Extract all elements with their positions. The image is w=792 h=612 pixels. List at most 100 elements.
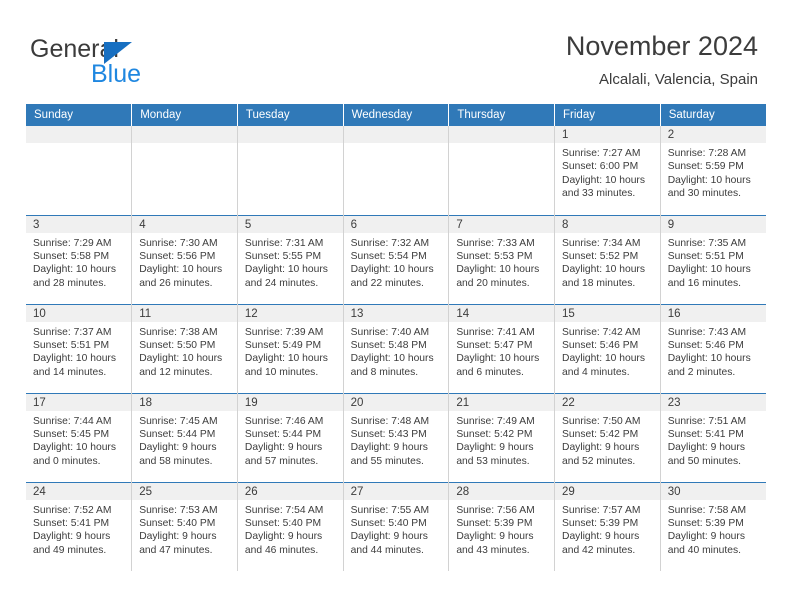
daylight-text-line2: and 43 minutes. xyxy=(456,544,530,556)
day-details: Sunrise: 7:34 AM Sunset: 5:52 PM Daylight:… xyxy=(555,233,660,291)
calendar-day-cell-empty[interactable] xyxy=(343,126,450,215)
sunrise-text: Sunrise: 7:35 AM xyxy=(667,237,747,249)
day-details: Sunrise: 7:30 AM Sunset: 5:56 PM Daylight:… xyxy=(132,233,237,291)
daylight-text-line1: Daylight: 9 hours xyxy=(562,442,640,454)
calendar-day-cell[interactable]: 23 Sunrise: 7:51 AM Sunset: 5:41 PM Dayligh… xyxy=(660,392,766,482)
daylight-text-line1: Daylight: 9 hours xyxy=(456,531,534,543)
calendar-day-cell[interactable]: 14 Sunrise: 7:41 AM Sunset: 5:47 PM Dayligh… xyxy=(448,303,556,393)
sunrise-text: Sunrise: 7:42 AM xyxy=(562,326,641,338)
weekday-header-saturday: Saturday xyxy=(660,104,766,126)
day-details: Sunrise: 7:40 AM Sunset: 5:48 PM Daylight:… xyxy=(344,322,449,380)
calendar-day-cell[interactable]: 24 Sunrise: 7:52 AM Sunset: 5:41 PM Dayligh… xyxy=(26,481,133,571)
weekday-header-thursday: Thursday xyxy=(448,104,556,126)
calendar-day-cell[interactable]: 20 Sunrise: 7:48 AM Sunset: 5:43 PM Dayligh… xyxy=(343,392,450,482)
day-details: Sunrise: 7:57 AM Sunset: 5:39 PM Daylight:… xyxy=(555,500,660,558)
calendar-day-cell[interactable]: 1 Sunrise: 7:27 AM Sunset: 6:00 PM Daylight… xyxy=(554,126,661,215)
day-number xyxy=(237,126,343,143)
calendar-day-cell[interactable]: 18 Sunrise: 7:45 AM Sunset: 5:44 PM Dayligh… xyxy=(131,392,238,482)
daylight-text-line2: and 50 minutes. xyxy=(667,455,741,467)
day-number: 26 xyxy=(237,482,343,500)
day-number xyxy=(132,126,237,143)
day-details: Sunrise: 7:54 AM Sunset: 5:40 PM Daylight:… xyxy=(238,500,343,558)
sunset-text: Sunset: 5:42 PM xyxy=(562,428,639,440)
sunset-text: Sunset: 5:44 PM xyxy=(139,428,216,440)
calendar-day-cell[interactable]: 25 Sunrise: 7:53 AM Sunset: 5:40 PM Dayligh… xyxy=(131,481,238,571)
daylight-text-line2: and 46 minutes. xyxy=(244,544,319,556)
calendar-day-cell[interactable]: 28 Sunrise: 7:56 AM Sunset: 5:39 PM Dayligh… xyxy=(448,481,556,571)
day-details: Sunrise: 7:56 AM Sunset: 5:39 PM Daylight:… xyxy=(449,500,554,558)
daylight-text-line1: Daylight: 10 hours xyxy=(350,353,434,365)
day-details: Sunrise: 7:32 AM Sunset: 5:54 PM Daylight:… xyxy=(344,233,449,291)
calendar-day-cell-empty[interactable] xyxy=(237,126,344,215)
daylight-text-line2: and 24 minutes. xyxy=(244,277,319,289)
sunset-text: Sunset: 6:00 PM xyxy=(562,161,639,173)
calendar-day-cell[interactable]: 27 Sunrise: 7:55 AM Sunset: 5:40 PM Dayligh… xyxy=(343,481,450,571)
page-title: November 2024 xyxy=(565,31,758,61)
calendar-day-cell[interactable]: 2 Sunrise: 7:28 AM Sunset: 5:59 PM Daylight… xyxy=(660,126,766,215)
calendar-day-cell-empty[interactable] xyxy=(448,126,556,215)
calendar-day-cell[interactable]: 15 Sunrise: 7:42 AM Sunset: 5:46 PM Dayligh… xyxy=(554,303,661,393)
calendar-day-cell[interactable]: 30 Sunrise: 7:58 AM Sunset: 5:39 PM Dayligh… xyxy=(660,481,766,571)
weekday-header-tuesday: Tuesday xyxy=(237,104,344,126)
calendar-day-cell[interactable]: 12 Sunrise: 7:39 AM Sunset: 5:49 PM Dayligh… xyxy=(237,303,344,393)
general-blue-logo[interactable]: General Blue xyxy=(30,35,230,91)
daylight-text-line2: and 57 minutes. xyxy=(244,455,319,467)
calendar-day-cell[interactable]: 11 Sunrise: 7:38 AM Sunset: 5:50 PM Dayligh… xyxy=(131,303,238,393)
calendar-day-cell[interactable]: 22 Sunrise: 7:50 AM Sunset: 5:42 PM Dayligh… xyxy=(554,392,661,482)
sunset-text: Sunset: 5:43 PM xyxy=(350,428,427,440)
calendar-day-cell[interactable]: 9 Sunrise: 7:35 AM Sunset: 5:51 PM Daylight… xyxy=(660,214,766,304)
calendar-day-cell[interactable]: 8 Sunrise: 7:34 AM Sunset: 5:52 PM Daylight… xyxy=(554,214,661,304)
daylight-text-line1: Daylight: 10 hours xyxy=(33,442,116,454)
calendar-day-cell[interactable]: 13 Sunrise: 7:40 AM Sunset: 5:48 PM Dayligh… xyxy=(343,303,450,393)
calendar-day-cell[interactable]: 29 Sunrise: 7:57 AM Sunset: 5:39 PM Dayligh… xyxy=(554,481,661,571)
calendar-day-cell[interactable]: 3 Sunrise: 7:29 AM Sunset: 5:58 PM Daylight… xyxy=(26,214,133,304)
calendar-week-row: 10 Sunrise: 7:37 AM Sunset: 5:51 PM Dayligh… xyxy=(26,303,766,393)
day-details: Sunrise: 7:38 AM Sunset: 5:50 PM Daylight:… xyxy=(132,322,237,380)
day-number: 3 xyxy=(26,215,132,233)
daylight-text-line1: Daylight: 10 hours xyxy=(456,353,540,365)
calendar-day-cell[interactable]: 5 Sunrise: 7:31 AM Sunset: 5:55 PM Daylight… xyxy=(237,214,344,304)
calendar-day-cell[interactable]: 26 Sunrise: 7:54 AM Sunset: 5:40 PM Dayligh… xyxy=(237,481,344,571)
sunset-text: Sunset: 5:46 PM xyxy=(562,339,639,351)
day-details: Sunrise: 7:58 AM Sunset: 5:39 PM Daylight:… xyxy=(661,500,766,558)
page-header: General Blue November 2024 Alcalali, Val… xyxy=(0,0,792,100)
day-number: 15 xyxy=(555,304,660,322)
sunrise-text: Sunrise: 7:34 AM xyxy=(562,237,641,249)
day-number: 30 xyxy=(660,482,766,500)
day-details: Sunrise: 7:28 AM Sunset: 5:59 PM Daylight:… xyxy=(661,143,766,201)
daylight-text-line2: and 0 minutes. xyxy=(33,455,101,467)
calendar-day-cell[interactable]: 10 Sunrise: 7:37 AM Sunset: 5:51 PM Dayligh… xyxy=(26,303,133,393)
daylight-text-line1: Daylight: 10 hours xyxy=(667,264,751,276)
daylight-text-line2: and 28 minutes. xyxy=(33,277,107,289)
calendar-day-cell[interactable]: 6 Sunrise: 7:32 AM Sunset: 5:54 PM Daylight… xyxy=(343,214,450,304)
calendar-day-cell[interactable]: 17 Sunrise: 7:44 AM Sunset: 5:45 PM Dayligh… xyxy=(26,392,133,482)
daylight-text-line1: Daylight: 10 hours xyxy=(139,353,223,365)
sunset-text: Sunset: 5:51 PM xyxy=(667,250,744,262)
calendar-day-cell-empty[interactable] xyxy=(26,126,133,215)
daylight-text-line1: Daylight: 9 hours xyxy=(139,531,217,543)
day-details: Sunrise: 7:55 AM Sunset: 5:40 PM Daylight:… xyxy=(344,500,449,558)
daylight-text-line2: and 40 minutes. xyxy=(667,544,741,556)
calendar-day-cell[interactable]: 19 Sunrise: 7:46 AM Sunset: 5:44 PM Dayligh… xyxy=(237,392,344,482)
sunset-text: Sunset: 5:51 PM xyxy=(33,339,110,351)
calendar-header-row: Sunday Monday Tuesday Wednesday Thursday… xyxy=(26,104,766,126)
daylight-text-line1: Daylight: 10 hours xyxy=(562,264,646,276)
calendar-day-cell[interactable]: 4 Sunrise: 7:30 AM Sunset: 5:56 PM Daylight… xyxy=(131,214,238,304)
daylight-text-line1: Daylight: 9 hours xyxy=(244,531,323,543)
sunrise-text: Sunrise: 7:52 AM xyxy=(33,504,112,516)
day-details: Sunrise: 7:45 AM Sunset: 5:44 PM Daylight:… xyxy=(132,411,237,469)
daylight-text-line1: Daylight: 9 hours xyxy=(667,442,745,454)
sunset-text: Sunset: 5:59 PM xyxy=(667,161,744,173)
calendar-day-cell[interactable]: 21 Sunrise: 7:49 AM Sunset: 5:42 PM Dayligh… xyxy=(448,392,556,482)
day-details: Sunrise: 7:42 AM Sunset: 5:46 PM Daylight:… xyxy=(555,322,660,380)
sunrise-text: Sunrise: 7:53 AM xyxy=(139,504,218,516)
daylight-text-line2: and 18 minutes. xyxy=(562,277,636,289)
calendar-body: 1 Sunrise: 7:27 AM Sunset: 6:00 PM Daylight… xyxy=(26,126,766,571)
weekday-header-wednesday: Wednesday xyxy=(343,104,450,126)
day-number: 7 xyxy=(449,215,555,233)
day-details: Sunrise: 7:53 AM Sunset: 5:40 PM Daylight:… xyxy=(132,500,237,558)
calendar-day-cell[interactable]: 16 Sunrise: 7:43 AM Sunset: 5:46 PM Dayligh… xyxy=(660,303,766,393)
sunset-text: Sunset: 5:56 PM xyxy=(139,250,216,262)
calendar-day-cell-empty[interactable] xyxy=(131,126,238,215)
calendar-day-cell[interactable]: 7 Sunrise: 7:33 AM Sunset: 5:53 PM Daylight… xyxy=(448,214,556,304)
